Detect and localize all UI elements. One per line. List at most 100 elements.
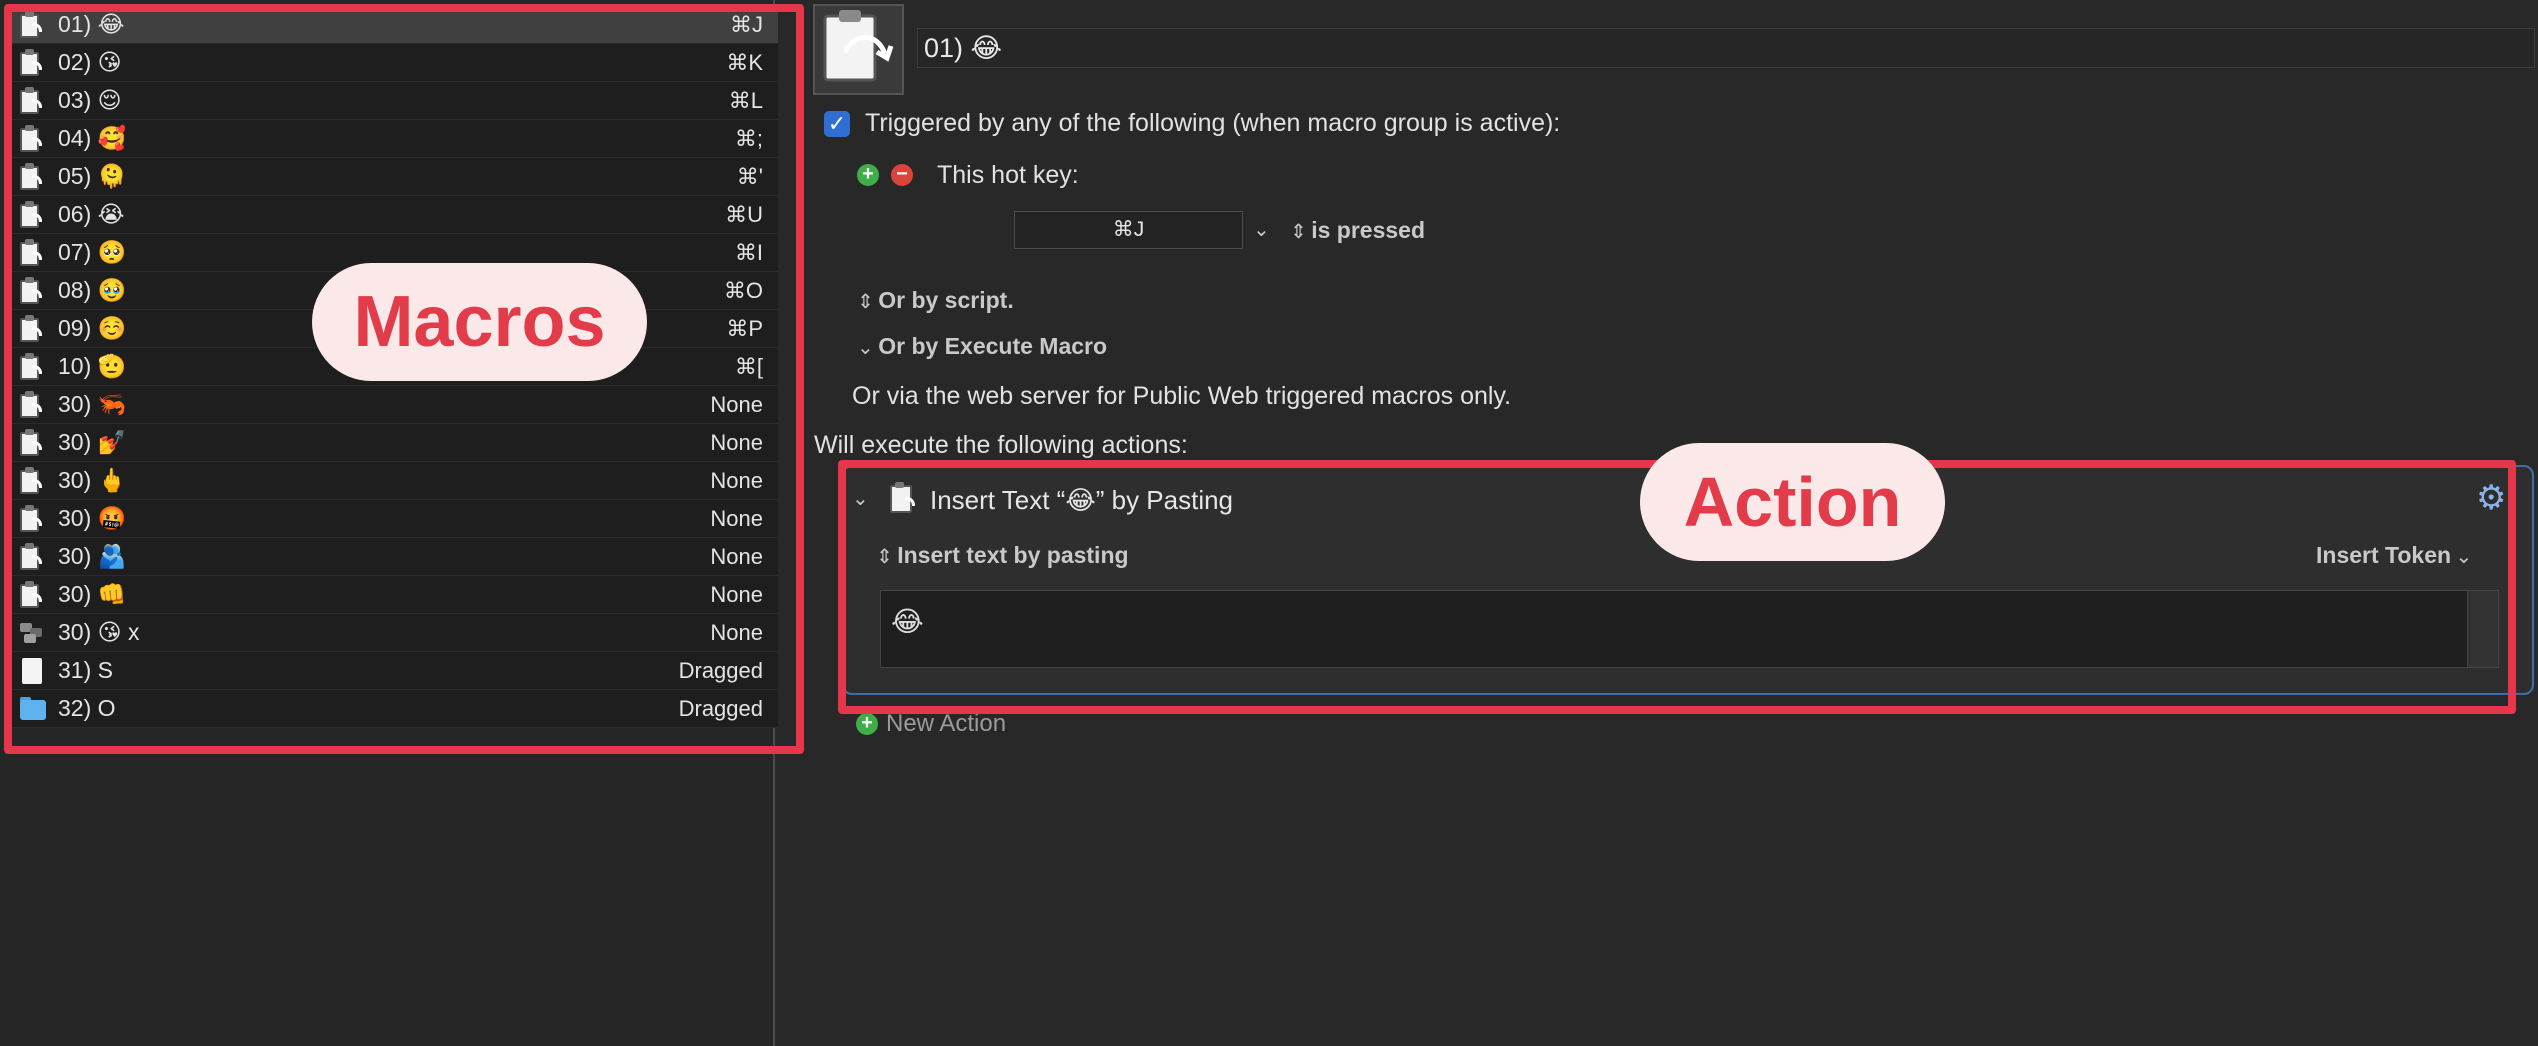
clipboard-paste-icon [18, 10, 46, 40]
macro-name: 31) S [58, 657, 113, 683]
web-server-text: Or via the web server for Public Web tri… [852, 382, 1512, 410]
macro-hotkey: None [710, 429, 763, 455]
macro-hotkey: ⌘K [726, 49, 763, 75]
document-icon [18, 656, 46, 686]
insert-mode-label: Insert text by pasting [897, 542, 1129, 568]
or-by-script-label: Or by script. [878, 287, 1014, 313]
macro-name: 30) 🤬 [58, 505, 127, 531]
macro-hotkey: None [710, 467, 763, 493]
macro-name: 01) 😂 [58, 11, 125, 37]
macro-name: 04) 🥰 [58, 125, 127, 151]
insert-token-label: Insert Token [2316, 542, 2452, 568]
hotkey-title: This hot key: [937, 161, 1079, 189]
insert-text-value: 😂 [891, 606, 924, 637]
gear-icon[interactable]: ⚙ [2476, 478, 2506, 518]
macro-name: 08) 🥹 [58, 277, 127, 303]
macro-list-pane: 01) 😂 ⌘J 02) 😘 ⌘K 03) 😌 ⌘L 04) 🥰 ⌘; 05) 🫠 ⌘' 06) 😭… [0, 0, 778, 1046]
or-by-script-disclosure[interactable]: ⇕ Or by script. [857, 287, 1014, 314]
macro-list-item[interactable]: 30) 🖕 None [10, 462, 778, 500]
text-area-scrollbar[interactable] [2467, 591, 2498, 667]
updown-chevron-icon: ⇕ [857, 291, 874, 313]
macro-hotkey: ⌘O [723, 277, 763, 303]
macro-list-item[interactable]: 04) 🥰 ⌘; [10, 120, 778, 158]
action-callout: Action [1640, 443, 1945, 561]
clipboard-paste-icon [18, 162, 46, 192]
macro-name: 30) 👊 [58, 581, 127, 607]
clipboard-paste-icon [18, 124, 46, 154]
clipboard-paste-icon [18, 580, 46, 610]
macro-name: 30) 🖕 [58, 467, 127, 493]
macro-list-item[interactable]: 01) 😂 ⌘J [10, 6, 778, 44]
remove-trigger-button[interactable]: − [891, 164, 913, 186]
macro-hotkey: None [710, 619, 763, 645]
macro-hotkey: None [710, 581, 763, 607]
macro-icon-well[interactable] [813, 4, 904, 95]
macro-hotkey: ⌘' [736, 163, 763, 189]
macro-name: 06) 😭 [58, 201, 125, 227]
clipboard-paste-icon [18, 200, 46, 230]
clipboard-paste-icon [18, 466, 46, 496]
macro-hotkey: ⌘P [726, 315, 763, 341]
new-action-add-icon[interactable]: + [856, 713, 878, 735]
chevron-down-icon: ⌄ [857, 337, 874, 359]
or-by-execute-disclosure[interactable]: ⌄ Or by Execute Macro [857, 333, 1107, 360]
macro-list-item[interactable]: 30) 🦐 None [10, 386, 778, 424]
macro-name: 07) 🥺 [58, 239, 127, 265]
macro-list-item[interactable]: 30) 🤬 None [10, 500, 778, 538]
insert-mode-popup[interactable]: ⇕ Insert text by pasting [876, 542, 1129, 569]
macro-list-item[interactable]: 32) O Dragged [10, 690, 778, 728]
insert-token-menu[interactable]: Insert Token ⌄ [2316, 542, 2472, 569]
macro-hotkey: None [710, 391, 763, 417]
will-execute-heading: Will execute the following actions: [814, 431, 1188, 459]
macro-list-item[interactable]: 30) 😘 x None [10, 614, 778, 652]
or-by-execute-label: Or by Execute Macro [878, 333, 1108, 359]
trigger-checkbox[interactable]: ✓ [824, 111, 850, 137]
new-action-button[interactable]: New Action [886, 710, 1006, 738]
chevron-down-icon: ⌄ [2455, 546, 2473, 568]
macro-name: 30) 🫂 [58, 543, 127, 569]
macro-hotkey: ⌘J [730, 11, 763, 37]
insert-text-area[interactable]: 😂 [880, 590, 2499, 668]
macro-list-item[interactable]: 02) 😘 ⌘K [10, 44, 778, 82]
macro-name: 05) 🫠 [58, 163, 127, 189]
macros-callout: Macros [312, 263, 647, 381]
macro-hotkey: ⌘I [734, 239, 763, 265]
macro-name: 30) 😘 x [58, 619, 140, 645]
macro-list-item[interactable]: 06) 😭 ⌘U [10, 196, 778, 234]
macro-hotkey: ⌘; [734, 125, 763, 151]
hotkey-field[interactable]: ⌘J [1014, 211, 1243, 249]
macro-name: 02) 😘 [58, 49, 122, 75]
add-trigger-button[interactable]: + [857, 164, 879, 186]
macro-name: 03) 😌 [58, 87, 122, 113]
macro-list-item[interactable]: 31) S Dragged [10, 652, 778, 690]
clipboard-paste-icon [888, 481, 922, 517]
macro-hotkey: ⌘U [725, 201, 763, 227]
macro-name-field[interactable]: 01) 😂 [917, 28, 2535, 68]
macro-list-item[interactable]: 30) 💅 None [10, 424, 778, 462]
macro-hotkey: ⌘[ [734, 353, 763, 379]
clipboard-paste-icon [18, 390, 46, 420]
macro-list-item[interactable]: 03) 😌 ⌘L [10, 82, 778, 120]
macro-list-item[interactable]: 30) 🫂 None [10, 538, 778, 576]
action-title[interactable]: Insert Text “😂” by Pasting [930, 485, 1233, 516]
hotkey-condition-popup[interactable]: ⇕ is pressed [1290, 217, 1425, 244]
clipboard-paste-icon [18, 428, 46, 458]
macro-name: 30) 💅 [58, 429, 127, 455]
folder-icon [18, 694, 46, 724]
macro-hotkey: ⌘L [728, 87, 763, 113]
hotkey-condition-label: is pressed [1311, 217, 1426, 243]
chevron-down-icon[interactable]: ⌄ [1253, 217, 1270, 242]
macro-name: 30) 🦐 [58, 391, 127, 417]
clipboard-paste-icon [18, 238, 46, 268]
updown-chevron-icon: ⇕ [876, 546, 893, 568]
clipboard-paste-icon [18, 314, 46, 344]
clipboard-paste-icon [18, 86, 46, 116]
macro-hotkey: None [710, 543, 763, 569]
clipboard-paste-icon [18, 542, 46, 572]
macro-list-item[interactable]: 30) 👊 None [10, 576, 778, 614]
clipboard-paste-icon [18, 352, 46, 382]
macro-list-item[interactable]: 05) 🫠 ⌘' [10, 158, 778, 196]
clipboard-paste-icon [18, 276, 46, 306]
trigger-description: Triggered by any of the following (when … [865, 109, 1561, 137]
collapse-action-chevron-icon[interactable]: ⌄ [852, 486, 869, 511]
